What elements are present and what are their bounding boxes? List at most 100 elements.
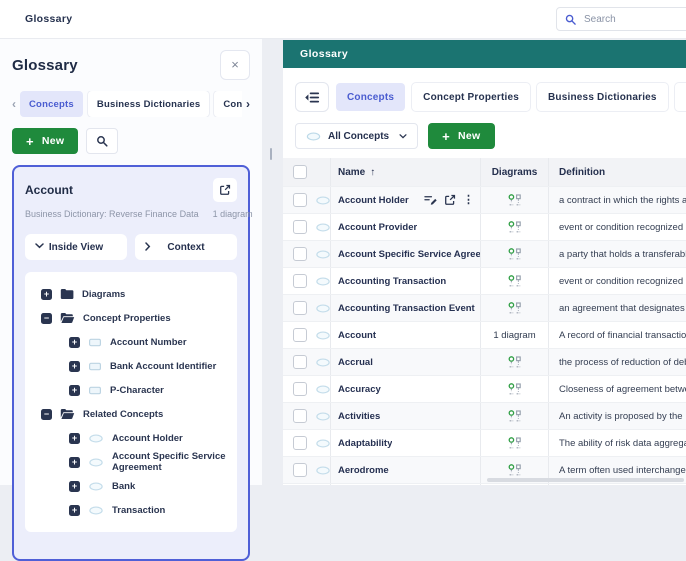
close-icon[interactable]: × (220, 50, 250, 80)
table-row[interactable]: Accounting Transactionevent or condition… (283, 267, 686, 294)
sort-ascending-icon[interactable]: ↑ (370, 167, 375, 178)
row-name: Activities (338, 411, 380, 422)
column-header-name[interactable]: Name (338, 167, 365, 178)
table-row[interactable]: Account Specific Service Agreementa part… (283, 240, 686, 267)
row-checkbox[interactable] (293, 463, 307, 477)
table-row[interactable]: AdaptabilityThe ability of risk data agg… (283, 429, 686, 456)
table-row[interactable]: Accounting Transaction Eventan agreement… (283, 294, 686, 321)
expander-toggle[interactable]: + (69, 361, 80, 372)
tree-item-diagrams[interactable]: +Diagrams (33, 282, 229, 306)
diagram-count: 1 diagram (493, 330, 535, 341)
folder-icon (60, 288, 74, 300)
table-row[interactable]: Account Holder⋮a contract in which the r… (283, 186, 686, 213)
tree-item-p-character[interactable]: + P-Character (33, 378, 229, 402)
diagram-icon[interactable] (508, 194, 521, 207)
expander-toggle[interactable]: − (41, 409, 52, 420)
diagram-icon[interactable] (508, 356, 521, 369)
tree-item-label: Account Number (110, 337, 187, 348)
table-row[interactable]: Account Providerevent or condition recog… (283, 213, 686, 240)
edit-icon[interactable] (424, 194, 437, 206)
diagram-icon[interactable] (508, 302, 521, 315)
row-checkbox[interactable] (293, 193, 307, 207)
expander-toggle[interactable]: + (69, 433, 80, 444)
plus-icon: + (26, 135, 34, 148)
concept-icon (315, 412, 331, 421)
horizontal-scrollbar[interactable] (487, 478, 684, 482)
table-row[interactable]: Account1 diagramA record of financial tr… (283, 321, 686, 348)
tree-item-bank-account-identifier[interactable]: +Bank Account Identifier (33, 354, 229, 378)
panel-search-button[interactable] (86, 128, 118, 154)
row-definition: a contract in which the rights and ob (559, 195, 686, 206)
tab-concept-properties[interactable]: Concept Properties (412, 83, 530, 111)
row-definition: the process of reduction of debt or ot (559, 357, 686, 368)
new-button[interactable]: + New (12, 128, 78, 154)
diagram-icon[interactable] (508, 275, 521, 288)
property-icon (88, 386, 102, 395)
context-button[interactable]: Context (135, 234, 237, 260)
expander-toggle[interactable]: − (41, 313, 52, 324)
search-input[interactable] (582, 13, 681, 26)
concept-icon (88, 458, 104, 467)
row-checkbox[interactable] (293, 355, 307, 369)
panel-resize-handle[interactable] (270, 148, 272, 160)
concept-icon (306, 132, 321, 141)
tree-item-account-number[interactable]: + Account Number (33, 330, 229, 354)
diagram-icon[interactable] (508, 410, 521, 423)
tab-concepts[interactable]: Concepts (336, 83, 405, 111)
chevron-down-icon (35, 243, 44, 249)
tabs-scroll-right-icon[interactable]: › (246, 97, 250, 111)
row-checkbox[interactable] (293, 247, 307, 261)
row-checkbox[interactable] (293, 409, 307, 423)
tab-concept-do[interactable]: Concept Do (214, 91, 242, 117)
diagram-icon[interactable] (508, 248, 521, 261)
table-row[interactable]: Accrual the process of reduction of debt … (283, 348, 686, 375)
row-checkbox[interactable] (293, 274, 307, 288)
global-search[interactable] (556, 7, 686, 31)
row-definition: A record of financial transactions rela (559, 330, 686, 341)
row-checkbox[interactable] (293, 220, 307, 234)
diagram-icon[interactable] (508, 437, 521, 450)
kebab-menu-icon[interactable]: ⋮ (463, 195, 474, 206)
diagram-icon[interactable] (508, 464, 521, 477)
tab-concept-domains[interactable]: Concept Domains (675, 83, 686, 111)
column-header-diagrams[interactable]: Diagrams (492, 167, 538, 178)
expander-toggle[interactable]: + (69, 481, 80, 492)
row-checkbox[interactable] (293, 328, 307, 342)
diagram-icon[interactable] (508, 383, 521, 396)
tab-business-dictionaries[interactable]: Business Dictionaries (88, 91, 209, 117)
plus-icon: + (442, 130, 450, 143)
expander-toggle[interactable]: + (69, 385, 80, 396)
tabs-scroll-left-icon[interactable]: ‹ (12, 97, 16, 111)
tree-item-account-holder[interactable]: +Account Holder (33, 426, 229, 450)
row-checkbox[interactable] (293, 436, 307, 450)
open-in-new-icon[interactable] (444, 194, 456, 206)
collapse-panel-icon[interactable] (295, 82, 329, 112)
expander-toggle[interactable]: + (69, 505, 80, 516)
inside-view-button[interactable]: Inside View (25, 234, 127, 260)
expander-toggle[interactable]: + (41, 289, 52, 300)
tree-item-bank[interactable]: +Bank (33, 474, 229, 498)
tree-item-concept-properties[interactable]: − Concept Properties (33, 306, 229, 330)
tree-item-related-concepts[interactable]: − Related Concepts (33, 402, 229, 426)
tree-item-label: P-Character (110, 385, 164, 396)
tree-item-label: Concept Properties (83, 313, 171, 324)
tree-item-account-specific-service-agreement[interactable]: +Account Specific Service Agreement (33, 450, 229, 474)
tab-concepts[interactable]: Concepts (20, 91, 83, 117)
concept-type-filter[interactable]: All Concepts (295, 123, 418, 149)
select-all-checkbox[interactable] (293, 165, 307, 179)
table-row[interactable]: ActivitiesAn activity is proposed by the… (283, 402, 686, 429)
table-row[interactable]: AccuracyCloseness of agreement between a… (283, 375, 686, 402)
diagram-icon[interactable] (508, 221, 521, 234)
expander-toggle[interactable]: + (69, 337, 80, 348)
column-header-definition[interactable]: Definition (559, 167, 605, 178)
tab-business-dictionaries[interactable]: Business Dictionaries (537, 83, 668, 111)
new-button[interactable]: + New (428, 123, 494, 149)
row-name: Accrual (338, 357, 373, 368)
row-actions: ⋮ (424, 194, 480, 206)
expander-toggle[interactable]: + (69, 457, 80, 468)
row-checkbox[interactable] (293, 301, 307, 315)
row-checkbox[interactable] (293, 382, 307, 396)
tree-item-label: Related Concepts (83, 409, 163, 420)
open-in-new-icon[interactable] (213, 178, 237, 202)
tree-item-transaction[interactable]: +Transaction (33, 498, 229, 522)
